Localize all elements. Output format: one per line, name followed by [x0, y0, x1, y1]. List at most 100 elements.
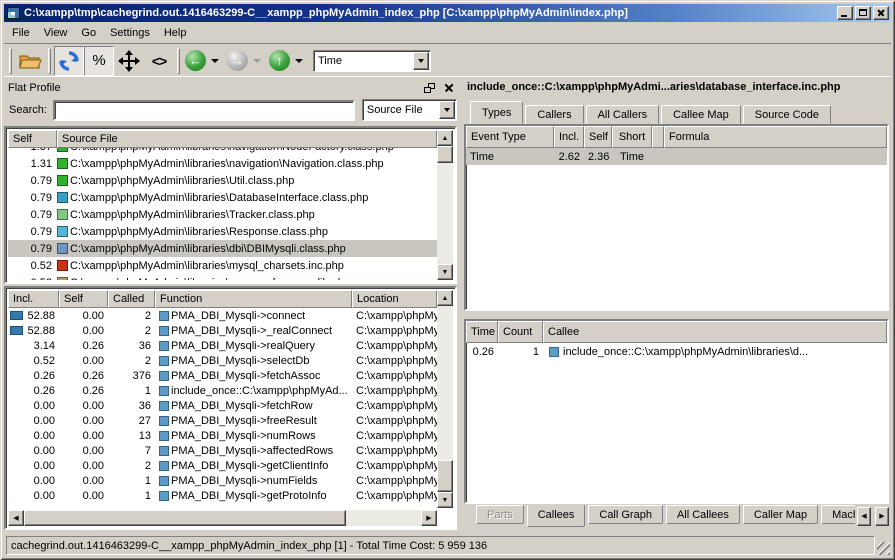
group-by-select[interactable]: Source File: [362, 99, 457, 121]
detail-bottom-tab[interactable]: Call Graph: [588, 505, 663, 524]
flat-profile-dock-header[interactable]: Flat Profile: [4, 79, 457, 96]
source-file-row[interactable]: 1.31 C:\xampp\phpMyAdmin\libraries\navig…: [8, 155, 437, 172]
maximize-button[interactable]: [855, 6, 871, 20]
minimize-button[interactable]: [837, 6, 853, 20]
detail-bottom-tab[interactable]: Caller Map: [743, 505, 818, 524]
column-header-callee[interactable]: Callee: [543, 321, 887, 343]
resize-grip[interactable]: [877, 542, 890, 555]
column-header-location[interactable]: Location: [352, 290, 437, 308]
detail-tab[interactable]: Callers: [525, 105, 583, 124]
file-list-vscrollbar[interactable]: ▲ ▼: [437, 130, 453, 280]
menu-item[interactable]: View: [37, 24, 75, 42]
event-type-row[interactable]: Time 2.62 2.36 Time: [466, 148, 887, 165]
detail-bottom-tab[interactable]: All Callees: [666, 505, 740, 524]
cost-color-swatch: [57, 226, 68, 237]
cycle-groups-button[interactable]: <>: [144, 46, 174, 76]
menu-item[interactable]: Help: [157, 24, 194, 42]
function-row[interactable]: 0.00 0.00 2 PMA_DBI_Mysqli->getClientInf…: [8, 458, 437, 473]
function-row[interactable]: 0.00 0.00 13 PMA_DBI_Mysqli->numRows C:\…: [8, 428, 437, 443]
column-header-incl[interactable]: Incl.: [8, 290, 59, 308]
column-header-self[interactable]: Self: [584, 126, 612, 148]
function-row[interactable]: 52.88 0.00 2 PMA_DBI_Mysqli->_realConnec…: [8, 323, 437, 338]
cost-color-swatch: [57, 277, 68, 280]
open-file-button[interactable]: [15, 46, 45, 76]
scroll-thumb[interactable]: [437, 460, 453, 492]
function-row[interactable]: 0.00 0.00 36 PMA_DBI_Mysqli->fetchRow C:…: [8, 398, 437, 413]
function-row[interactable]: 0.00 0.00 1 PMA_DBI_Mysqli->getProtoInfo…: [8, 488, 437, 503]
source-file-row[interactable]: 0.52 C:\xampp\phpMyAdmin\libraries\user_…: [8, 274, 437, 280]
scroll-thumb[interactable]: [437, 146, 453, 163]
refresh-button[interactable]: [54, 46, 84, 76]
column-header-formula[interactable]: Formula: [664, 126, 887, 148]
back-dropdown[interactable]: [211, 59, 219, 63]
column-header-self[interactable]: Self: [59, 290, 108, 308]
detail-bottom-tab[interactable]: Parts: [476, 505, 524, 524]
source-file-row[interactable]: 0.79 C:\xampp\phpMyAdmin\libraries\Datab…: [8, 189, 437, 206]
toolbar-handle[interactable]: [9, 48, 12, 74]
function-row[interactable]: 0.00 0.00 1 PMA_DBI_Mysqli->numFields C:…: [8, 473, 437, 488]
column-header-called[interactable]: Called: [108, 290, 155, 308]
function-row[interactable]: 3.14 0.26 36 PMA_DBI_Mysqli->realQuery C…: [8, 338, 437, 353]
tabs-scroll-right-button[interactable]: ▶: [875, 507, 889, 526]
up-button[interactable]: ↑: [269, 50, 290, 71]
detail-panel: include_once::C:\xampp\phpMyAdmi...aries…: [462, 79, 891, 531]
up-dropdown[interactable]: [295, 59, 303, 63]
menu-item[interactable]: Go: [74, 24, 103, 42]
column-header-short[interactable]: Short: [612, 126, 652, 148]
column-header-function[interactable]: Function: [155, 290, 352, 308]
scroll-down-button[interactable]: ▼: [437, 492, 453, 508]
scroll-thumb[interactable]: [24, 510, 346, 526]
close-button[interactable]: [873, 6, 889, 20]
menu-item[interactable]: Settings: [103, 24, 157, 42]
detail-tab[interactable]: Callee Map: [661, 105, 741, 124]
function-row[interactable]: 52.88 0.00 2 PMA_DBI_Mysqli->connect C:\…: [8, 308, 437, 323]
function-row[interactable]: 0.00 0.00 27 PMA_DBI_Mysqli->freeResult …: [8, 413, 437, 428]
group-by-dropdown-button[interactable]: [439, 101, 455, 119]
percent-toggle-button[interactable]: %: [84, 46, 114, 76]
event-type-select[interactable]: Time: [313, 50, 431, 72]
detail-bottom-tab[interactable]: Callees: [527, 505, 586, 527]
source-file-row[interactable]: 0.79 C:\xampp\phpMyAdmin\libraries\dbi\D…: [8, 240, 437, 257]
source-file-row[interactable]: 0.52 C:\xampp\phpMyAdmin\libraries\mysql…: [8, 257, 437, 274]
function-table-hscrollbar[interactable]: ◀ ▶: [8, 510, 437, 526]
callee-row[interactable]: 0.26 1 include_once::C:\xampp\phpMyAdmin…: [466, 343, 887, 360]
app-icon[interactable]: [7, 7, 20, 19]
scroll-right-button[interactable]: ▶: [421, 510, 437, 526]
source-file-row[interactable]: 0.79 C:\xampp\phpMyAdmin\libraries\Respo…: [8, 223, 437, 240]
up-icon: ↑: [276, 54, 283, 67]
title-bar[interactable]: C:\xampp\tmp\cachegrind.out.1416463299-C…: [4, 4, 891, 22]
search-input[interactable]: [53, 100, 355, 121]
cost-color-swatch: [57, 192, 68, 203]
function-row[interactable]: 0.26 0.26 376 PMA_DBI_Mysqli->fetchAssoc…: [8, 368, 437, 383]
menu-item[interactable]: File: [5, 24, 37, 42]
detail-bottom-tab[interactable]: Machine: [821, 505, 855, 524]
scroll-down-button[interactable]: ▼: [437, 264, 453, 280]
tabs-scroll-left-button[interactable]: ◀: [857, 507, 871, 526]
dock-float-button[interactable]: [424, 83, 435, 93]
function-row[interactable]: 0.26 0.26 1 include_once::C:\xampp\phpMy…: [8, 383, 437, 398]
scroll-up-button[interactable]: ▲: [437, 290, 453, 306]
function-table-vscrollbar[interactable]: ▲ ▼: [437, 290, 453, 508]
function-row[interactable]: 0.52 0.00 2 PMA_DBI_Mysqli->selectDb C:\…: [8, 353, 437, 368]
scroll-left-button[interactable]: ◀: [8, 510, 24, 526]
status-message: cachegrind.out.1416463299-C__xampp_phpMy…: [6, 536, 875, 555]
detail-tab[interactable]: Source Code: [743, 105, 831, 124]
source-file-row[interactable]: 0.79 C:\xampp\phpMyAdmin\libraries\Util.…: [8, 172, 437, 189]
column-header-source-file[interactable]: Source File: [57, 130, 437, 148]
detail-tab[interactable]: Types: [470, 101, 523, 124]
column-header-count[interactable]: Count: [498, 321, 543, 343]
scroll-up-button[interactable]: ▲: [437, 130, 453, 146]
detail-tab[interactable]: All Callers: [586, 105, 660, 124]
column-header-self[interactable]: Self: [8, 130, 57, 148]
event-type-dropdown-button[interactable]: [413, 52, 429, 70]
column-header-incl[interactable]: Incl.: [554, 126, 584, 148]
source-file-row[interactable]: 1.37 C:\xampp\phpMyAdmin\libraries\navig…: [8, 148, 437, 155]
column-header-event-type[interactable]: Event Type: [466, 126, 554, 148]
column-header-time[interactable]: Time: [466, 321, 498, 343]
back-button[interactable]: ←: [185, 50, 206, 71]
move-layout-button[interactable]: [114, 46, 144, 76]
search-label: Search:: [4, 104, 53, 116]
source-file-row[interactable]: 0.79 C:\xampp\phpMyAdmin\libraries\Track…: [8, 206, 437, 223]
dock-close-button[interactable]: [443, 82, 455, 94]
function-row[interactable]: 0.00 0.00 7 PMA_DBI_Mysqli->affectedRows…: [8, 443, 437, 458]
